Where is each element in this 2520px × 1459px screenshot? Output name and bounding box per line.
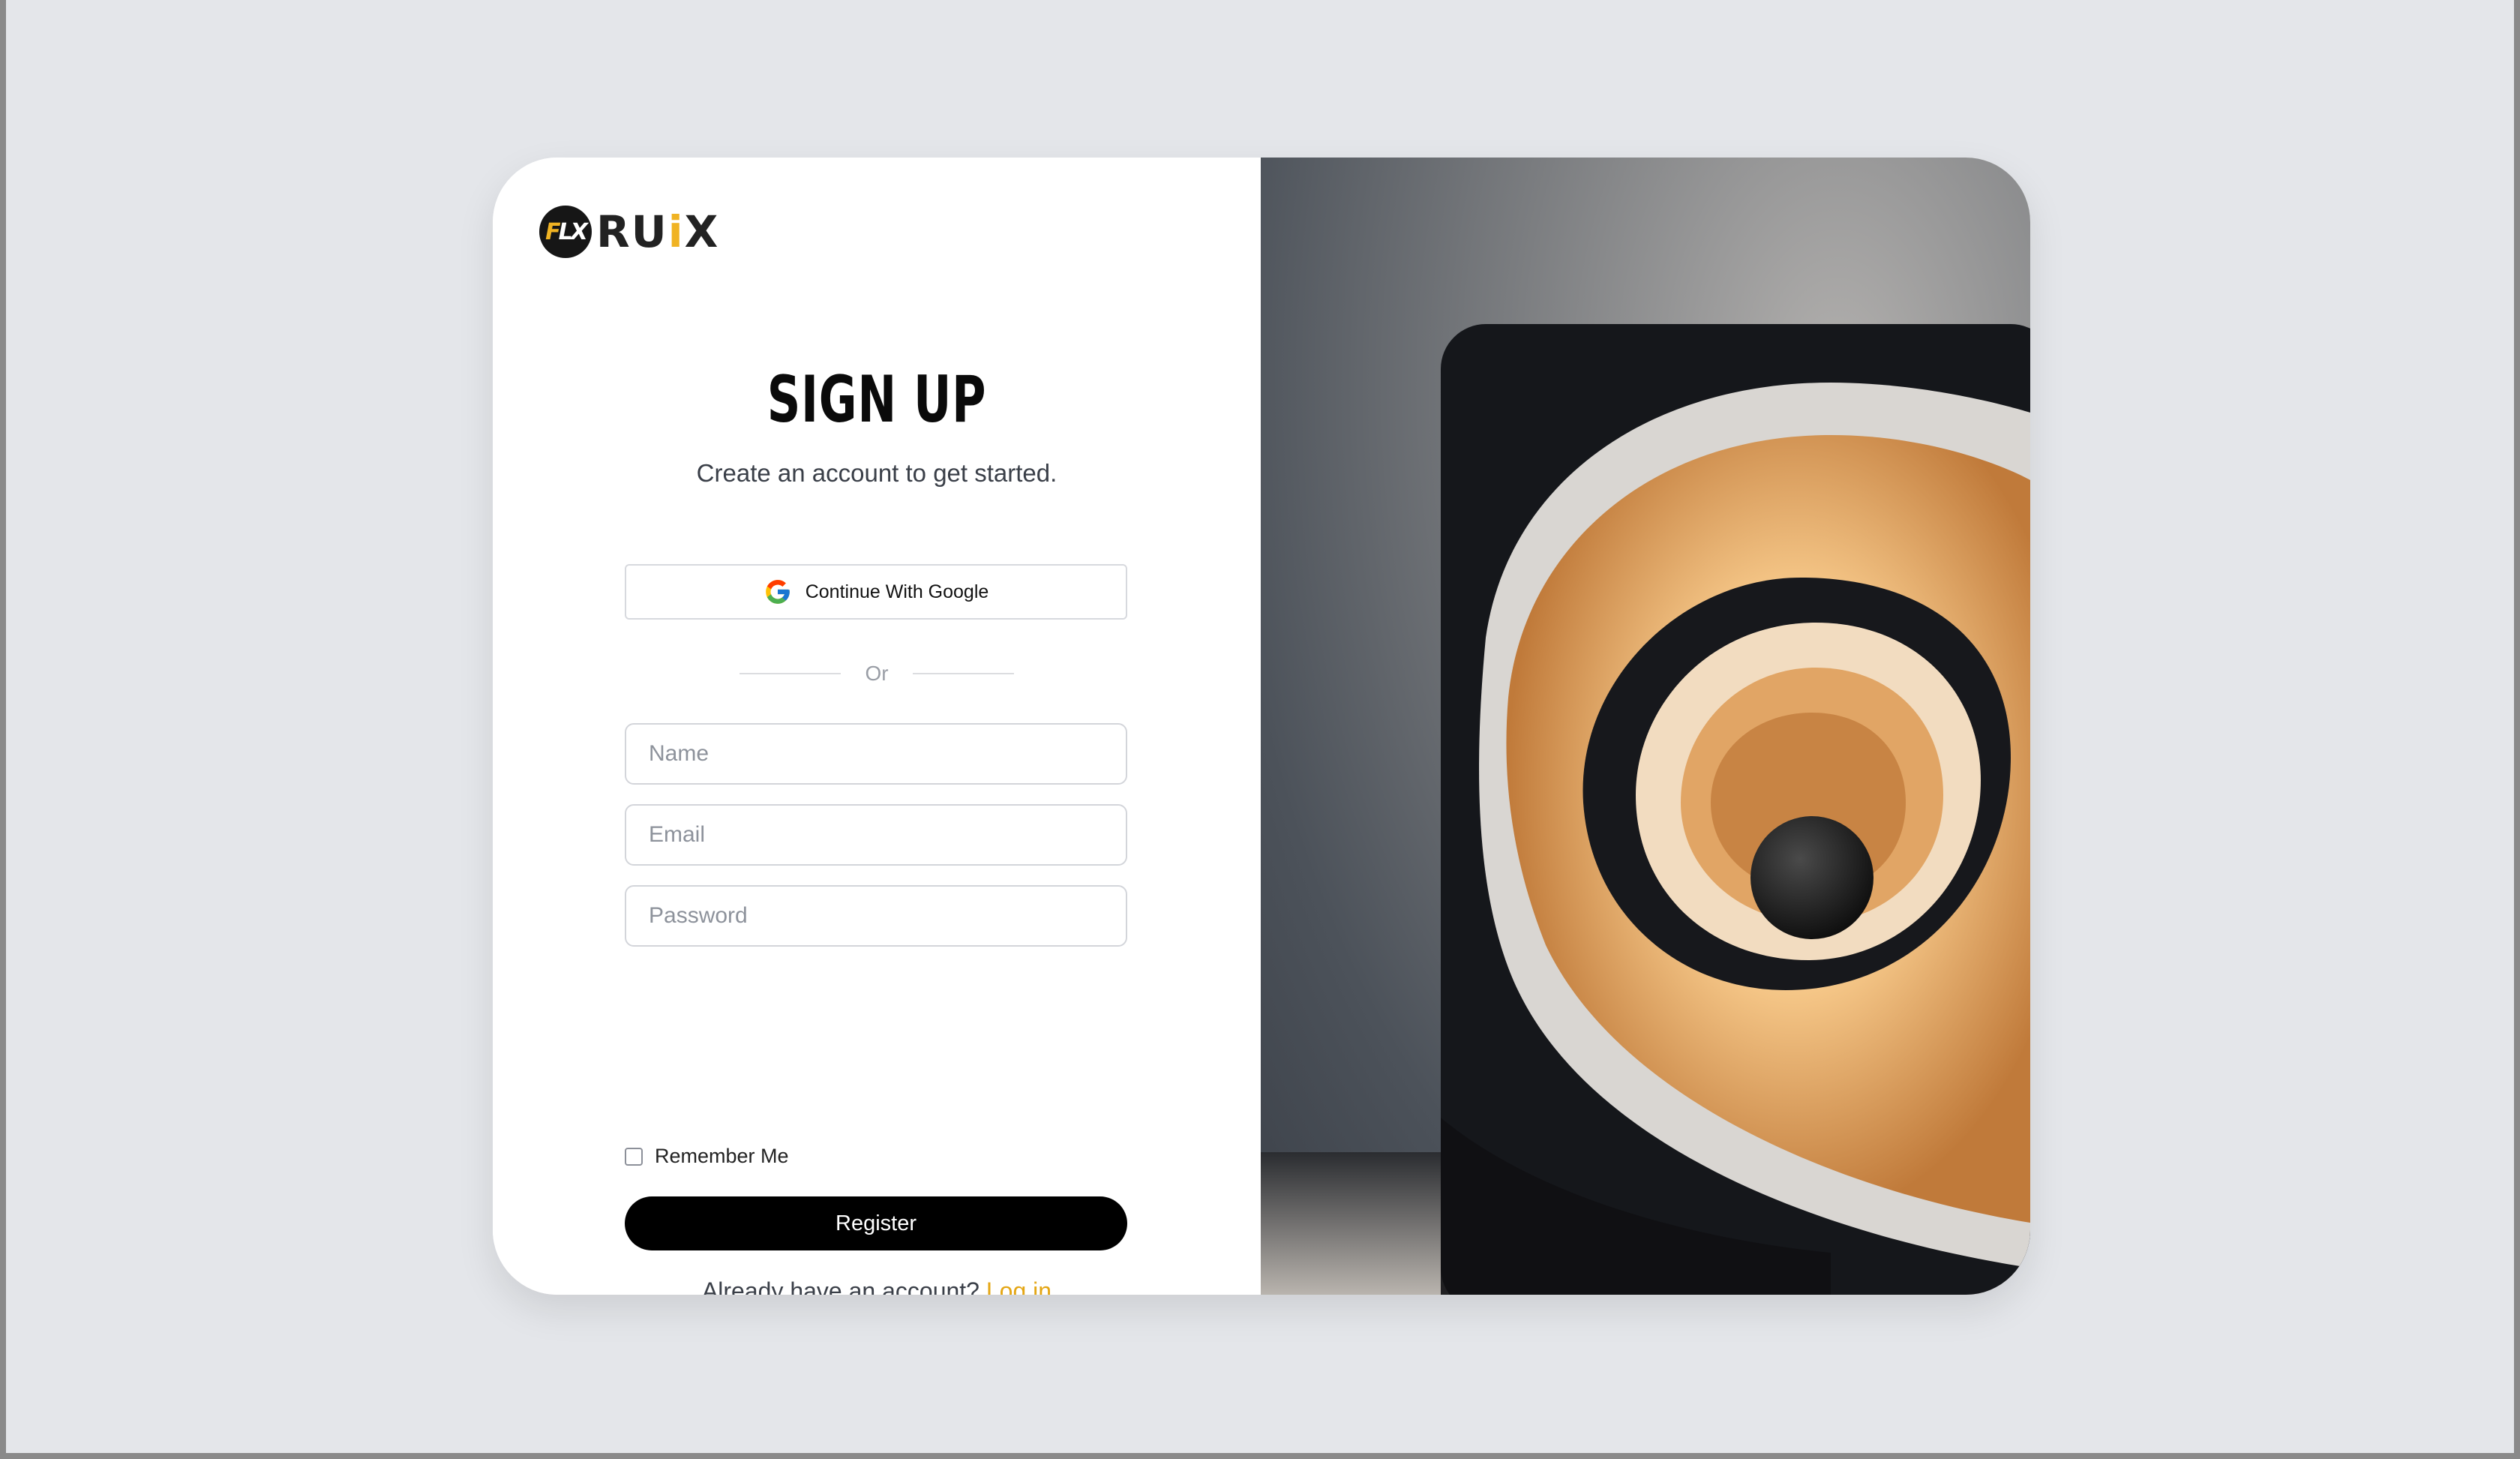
- continue-with-google-button[interactable]: Continue With Google: [625, 564, 1127, 620]
- logo-wordmark: RUiX: [596, 206, 719, 257]
- remember-me-checkbox[interactable]: [625, 1147, 643, 1166]
- password-input[interactable]: [625, 885, 1127, 947]
- wordmark-part-3: X: [684, 206, 720, 257]
- page-title: SIGN UP: [766, 362, 987, 437]
- name-input[interactable]: [625, 723, 1127, 785]
- google-button-label: Continue With Google: [805, 581, 989, 602]
- logo-mark-lx: LX: [558, 218, 588, 245]
- signup-form-panel: F LX RUiX SIGN UP Create an account to ge…: [493, 158, 1261, 1295]
- divider-line-left: [740, 673, 842, 674]
- login-link[interactable]: Log in: [986, 1277, 1052, 1295]
- page-subtitle: Create an account to get started.: [696, 459, 1058, 487]
- hero-artwork: [1261, 158, 2030, 1295]
- divider-label: Or: [865, 662, 889, 685]
- wordmark-part-2: i: [668, 206, 685, 257]
- logo-mark-icon: F LX: [539, 206, 592, 258]
- register-button[interactable]: Register: [625, 1196, 1127, 1250]
- signup-card: F LX RUiX SIGN UP Create an account to ge…: [493, 158, 2030, 1295]
- page-background: F LX RUiX SIGN UP Create an account to ge…: [6, 0, 2514, 1453]
- logo-mark-f: F: [545, 218, 560, 245]
- remember-me[interactable]: Remember Me: [625, 1145, 789, 1168]
- abstract-swirl-image: [1441, 324, 2030, 1295]
- login-prompt: Already have an account? Log in: [493, 1277, 1261, 1295]
- google-logo-icon: [765, 580, 790, 604]
- remember-me-label: Remember Me: [655, 1145, 789, 1167]
- wordmark-part-1: RU: [596, 206, 668, 257]
- login-prompt-text: Already have an account?: [701, 1277, 980, 1295]
- or-divider: Or: [493, 659, 1261, 689]
- brand-logo[interactable]: F LX RUiX: [539, 206, 719, 258]
- divider-line-right: [912, 673, 1014, 674]
- email-input[interactable]: [625, 804, 1127, 866]
